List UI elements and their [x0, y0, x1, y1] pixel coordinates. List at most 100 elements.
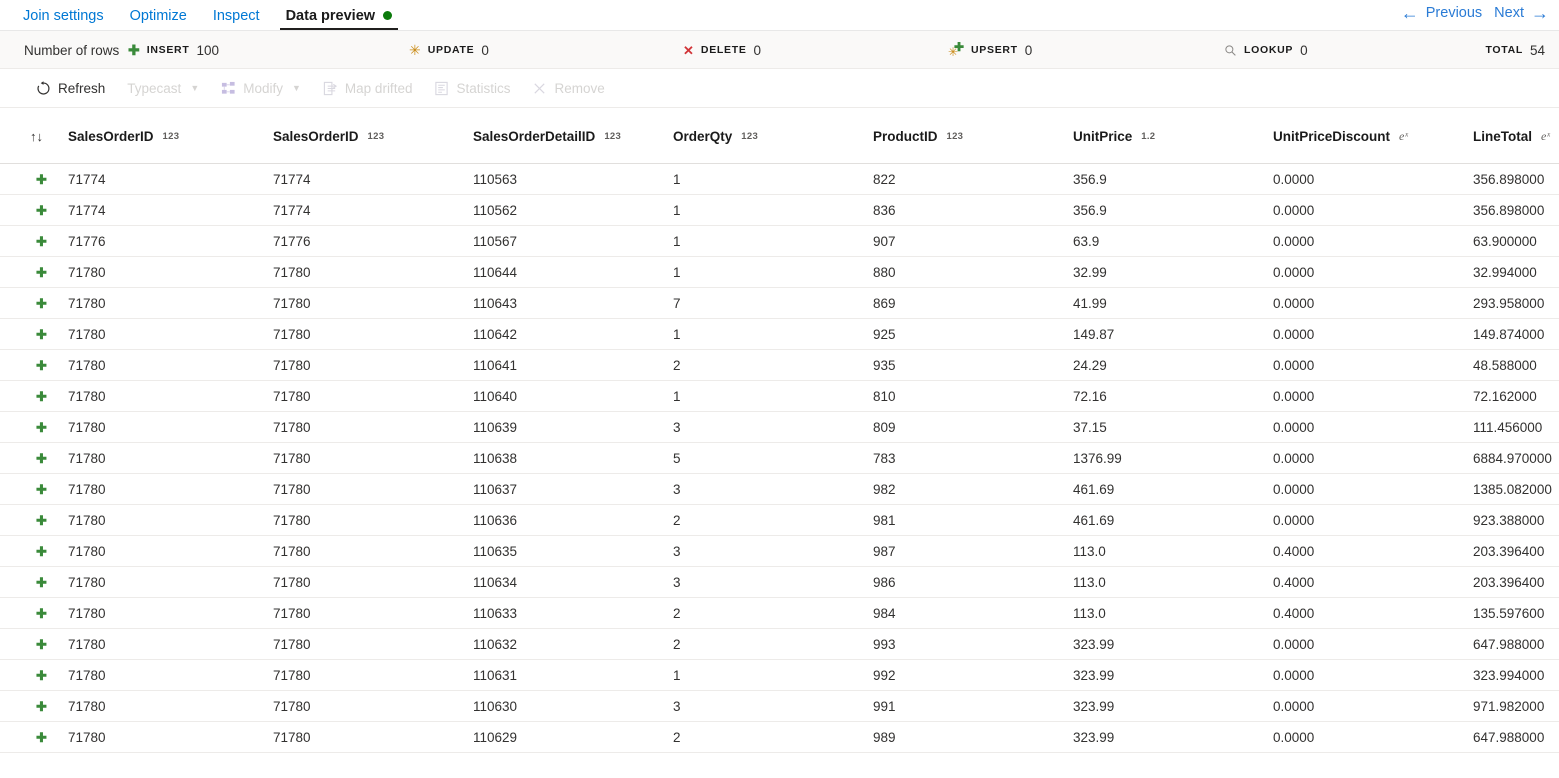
table-row[interactable]: ✚ 71780 71780 110633 2 984 113.0 0.4000 135.5976…	[0, 598, 1559, 629]
row-insert-marker-icon: ✚	[36, 450, 47, 466]
cell-unitprice: 323.99	[1073, 637, 1115, 652]
cell-salesorderid: 71780	[273, 544, 311, 559]
grid-body: ✚ 71774 71774 110563 1 822 356.9 0.0000 356.8980…	[0, 164, 1559, 753]
table-row[interactable]: ✚ 71776 71776 110567 1 907 63.9 0.0000 63.900000	[0, 226, 1559, 257]
cell-salesorderdetailid: 110638	[473, 451, 518, 466]
tab-bar: Join settings Optimize Inspect Data preview…	[0, 0, 1559, 31]
cell-salesorderid: 71780	[68, 699, 106, 714]
cell-salesorderdetailid: 110567	[473, 234, 518, 249]
cell-salesorderid: 71780	[273, 668, 311, 683]
table-row[interactable]: ✚ 71774 71774 110563 1 822 356.9 0.0000 356.8980…	[0, 164, 1559, 195]
cell-productid: 989	[873, 730, 896, 745]
table-row[interactable]: ✚ 71774 71774 110562 1 836 356.9 0.0000 356.8980…	[0, 195, 1559, 226]
cell-orderqty: 1	[673, 265, 681, 280]
cell-unitpricediscount: 0.0000	[1273, 203, 1315, 218]
sort-toggle-button[interactable]: ↑↓	[30, 108, 43, 164]
cell-productid: 809	[873, 420, 896, 435]
cell-salesorderid: 71780	[273, 637, 311, 652]
cell-salesorderid: 71780	[273, 482, 311, 497]
cell-unitprice: 41.99	[1073, 296, 1107, 311]
tab-optimize[interactable]: Optimize	[117, 7, 200, 31]
cell-salesorderdetailid: 110630	[473, 699, 518, 714]
cell-salesorderid: 71774	[68, 172, 106, 187]
column-type-badge: 123	[162, 130, 180, 142]
column-header-unitpricediscount[interactable]: UnitPriceDiscount eˣ	[1273, 108, 1408, 164]
tab-inspect[interactable]: Inspect	[200, 8, 273, 31]
cell-salesorderdetailid: 110644	[473, 265, 518, 280]
chevron-down-icon: ▼	[292, 83, 301, 93]
cell-orderqty: 1	[673, 668, 681, 683]
table-row[interactable]: ✚ 71780 71780 110636 2 981 461.69 0.0000 923.388…	[0, 505, 1559, 536]
cell-salesorderdetailid: 110641	[473, 358, 518, 373]
cell-salesorderid: 71780	[68, 389, 106, 404]
cell-unitprice: 63.9	[1073, 234, 1100, 249]
cell-linetotal: 203.396400	[1473, 575, 1545, 590]
cell-salesorderid: 71780	[273, 358, 311, 373]
stat-upsert: ✳ ✚ UPSERT 0	[948, 31, 1032, 69]
cell-salesorderdetailid: 110636	[473, 513, 518, 528]
status-dot-icon	[383, 11, 393, 21]
total-value: 54	[1529, 42, 1545, 58]
row-insert-marker-icon: ✚	[36, 326, 47, 342]
cell-salesorderid: 71780	[68, 327, 106, 342]
cell-unitpricediscount: 0.0000	[1273, 668, 1315, 683]
column-header-salesorderdetailid[interactable]: SalesOrderDetailID 123	[473, 108, 621, 164]
cell-unitprice: 72.16	[1073, 389, 1107, 404]
table-row[interactable]: ✚ 71780 71780 110637 3 982 461.69 0.0000 1385.08…	[0, 474, 1559, 505]
previous-label: Previous	[1425, 5, 1483, 21]
cell-salesorderid: 71780	[273, 699, 311, 714]
cell-orderqty: 3	[673, 575, 681, 590]
grid-header-row: ↑↓ SalesOrderID 123 SalesOrderID 123 SalesOr…	[0, 108, 1559, 164]
column-header-linetotal[interactable]: LineTotal eˣ	[1473, 108, 1550, 164]
column-header-salesorderid[interactable]: SalesOrderID 123	[68, 108, 179, 164]
table-row[interactable]: ✚ 71780 71780 110629 2 989 323.99 0.0000 647.988…	[0, 722, 1559, 753]
table-row[interactable]: ✚ 71780 71780 110639 3 809 37.15 0.0000 111.4560…	[0, 412, 1559, 443]
tab-label: Optimize	[129, 7, 187, 24]
cell-unitprice: 113.0	[1073, 575, 1106, 590]
cell-salesorderid: 71780	[273, 575, 311, 590]
column-header-orderqty[interactable]: OrderQty 123	[673, 108, 758, 164]
row-insert-marker-icon: ✚	[36, 388, 47, 404]
cell-orderqty: 3	[673, 699, 681, 714]
column-header-salesorderid[interactable]: SalesOrderID 123	[273, 108, 384, 164]
refresh-button[interactable]: Refresh	[26, 76, 115, 101]
cell-salesorderid: 71780	[68, 730, 106, 745]
cell-linetotal: 48.588000	[1473, 358, 1537, 373]
tab-join-settings[interactable]: Join settings	[10, 8, 117, 31]
cell-unitprice: 113.0	[1073, 606, 1106, 621]
cell-salesorderdetailid: 110634	[473, 575, 518, 590]
table-row[interactable]: ✚ 71780 71780 110635 3 987 113.0 0.4000 203.3964…	[0, 536, 1559, 567]
cell-orderqty: 2	[673, 358, 681, 373]
table-row[interactable]: ✚ 71780 71780 110630 3 991 323.99 0.0000 971.982…	[0, 691, 1559, 722]
remove-button: Remove	[522, 76, 614, 101]
cell-orderqty: 3	[673, 482, 681, 497]
table-row[interactable]: ✚ 71780 71780 110641 2 935 24.29 0.0000 48.58800…	[0, 350, 1559, 381]
table-row[interactable]: ✚ 71780 71780 110631 1 992 323.99 0.0000 323.994…	[0, 660, 1559, 691]
stat-value: 0	[1024, 42, 1033, 58]
previous-button[interactable]: ← Previous	[1397, 2, 1486, 24]
table-row[interactable]: ✚ 71780 71780 110642 1 925 149.87 0.0000 149.874…	[0, 319, 1559, 350]
table-row[interactable]: ✚ 71780 71780 110640 1 810 72.16 0.0000 72.16200…	[0, 381, 1559, 412]
table-row[interactable]: ✚ 71780 71780 110643 7 869 41.99 0.0000 293.9580…	[0, 288, 1559, 319]
table-row[interactable]: ✚ 71780 71780 110638 5 783 1376.99 0.0000 6884.9…	[0, 443, 1559, 474]
cell-unitprice: 113.0	[1073, 544, 1106, 559]
table-row[interactable]: ✚ 71780 71780 110634 3 986 113.0 0.4000 203.3964…	[0, 567, 1559, 598]
column-header-unitprice[interactable]: UnitPrice 1.2	[1073, 108, 1155, 164]
table-row[interactable]: ✚ 71780 71780 110644 1 880 32.99 0.0000 32.99400…	[0, 257, 1559, 288]
cell-orderqty: 2	[673, 513, 681, 528]
cell-linetotal: 63.900000	[1473, 234, 1537, 249]
cell-linetotal: 6884.970000	[1473, 451, 1552, 466]
cell-salesorderid: 71780	[68, 575, 106, 590]
tab-data-preview[interactable]: Data preview	[273, 8, 405, 31]
cell-salesorderid: 71780	[68, 265, 106, 280]
table-row[interactable]: ✚ 71780 71780 110632 2 993 323.99 0.0000 647.988…	[0, 629, 1559, 660]
next-button[interactable]: Next →	[1490, 2, 1553, 24]
grid-toolbar: Refresh Typecast ▼ Modify ▼ Map drifted Statis…	[0, 69, 1559, 108]
column-header-productid[interactable]: ProductID 123	[873, 108, 963, 164]
cell-unitprice: 323.99	[1073, 668, 1115, 683]
cell-productid: 993	[873, 637, 896, 652]
cell-linetotal: 111.456000	[1473, 420, 1543, 435]
row-insert-marker-icon: ✚	[36, 605, 47, 621]
asterisk-icon: ✳	[409, 42, 421, 58]
cell-salesorderid: 71780	[68, 482, 106, 497]
